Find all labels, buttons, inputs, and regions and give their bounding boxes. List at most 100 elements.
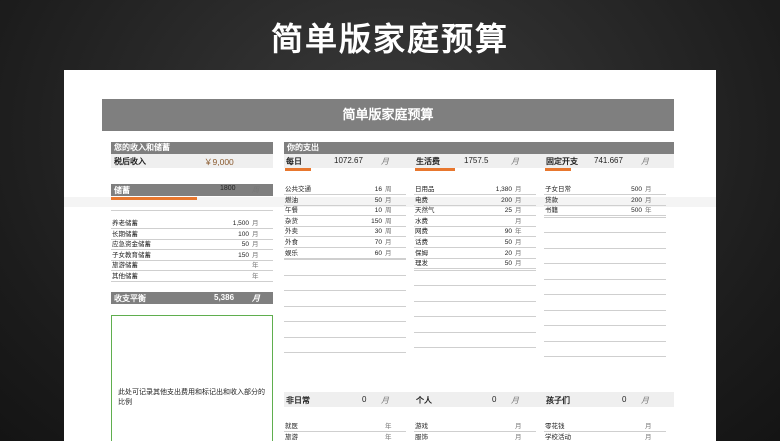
fixed-empty-line[interactable] xyxy=(544,217,666,218)
living-row-7[interactable]: 理发 50 月 xyxy=(414,259,536,270)
living-item-value[interactable]: 25 xyxy=(486,206,512,216)
daily-row-5[interactable]: 外食 70 月 xyxy=(284,238,406,248)
daily-row-2[interactable]: 午餐 10 周 xyxy=(284,206,406,217)
fixed-empty-line[interactable] xyxy=(544,341,666,342)
personal-row-0[interactable]: 游戏 月 xyxy=(414,422,536,432)
savings-row-0[interactable]: 养老储蓄 1,500 月 xyxy=(111,219,273,229)
note-text: 此处可记录其他支出费用和标记出和收入部分的比例 xyxy=(118,389,265,406)
daily-item-value[interactable]: 60 xyxy=(356,249,382,259)
personal-item-unit: 月 xyxy=(515,433,522,441)
irregular-item-name: 旅游 xyxy=(285,433,298,441)
daily-item-unit: 月 xyxy=(385,249,392,257)
daily-empty-line[interactable] xyxy=(284,275,406,276)
living-item-value[interactable]: 200 xyxy=(486,196,512,206)
daily-empty-line[interactable] xyxy=(284,306,406,307)
fixed-row-0[interactable]: 子女日常 500 月 xyxy=(544,185,666,195)
irregular-row-0[interactable]: 就医 年 xyxy=(284,422,406,432)
irregular-item-unit: 年 xyxy=(385,423,392,430)
living-empty-line[interactable] xyxy=(414,285,536,286)
personal-total: 0 xyxy=(492,395,497,404)
daily-item-value[interactable]: 150 xyxy=(356,217,382,227)
fixed-empty-line[interactable] xyxy=(544,325,666,326)
balance-label: 收支平衡 xyxy=(114,294,146,303)
kids-row-0[interactable]: 零花钱 月 xyxy=(544,422,666,432)
living-row-3[interactable]: 水费 月 xyxy=(414,217,536,227)
fixed-empty-line[interactable] xyxy=(544,294,666,295)
living-item-unit: 月 xyxy=(515,196,522,204)
daily-progress-bar xyxy=(285,168,311,171)
daily-empty-line[interactable] xyxy=(284,337,406,338)
daily-item-value[interactable]: 16 xyxy=(356,185,382,195)
daily-item-unit: 月 xyxy=(385,239,392,246)
daily-row-4[interactable]: 外卖 30 周 xyxy=(284,227,406,238)
irregular-total-unit: 月 xyxy=(381,396,389,405)
fixed-row-2[interactable]: 书籍 500 年 xyxy=(544,206,666,217)
savings-item-unit: 月 xyxy=(252,241,259,249)
savings-row-5[interactable]: 其他储蓄 年 xyxy=(111,272,273,282)
living-item-name: 水费 xyxy=(415,217,428,225)
savings-item-value[interactable]: 100 xyxy=(223,230,249,240)
savings-row-2[interactable]: 应急资金储蓄 50 月 xyxy=(111,240,273,251)
savings-value[interactable]: 1800 xyxy=(220,185,236,192)
fixed-item-value[interactable]: 500 xyxy=(616,185,642,195)
living-empty-line[interactable] xyxy=(414,270,536,271)
irregular-row-1[interactable]: 旅游 年 xyxy=(284,433,406,441)
daily-row-3[interactable]: 杂货 150 周 xyxy=(284,217,406,227)
daily-empty-line[interactable] xyxy=(284,290,406,291)
daily-item-name: 杂货 xyxy=(285,217,298,225)
living-row-5[interactable]: 话费 50 月 xyxy=(414,238,536,248)
savings-item-unit: 月 xyxy=(252,220,259,227)
daily-item-value[interactable]: 10 xyxy=(356,206,382,216)
living-item-value[interactable]: 50 xyxy=(486,238,512,248)
fixed-empty-line[interactable] xyxy=(544,248,666,249)
fixed-label: 固定开支 xyxy=(546,157,578,166)
living-empty-line[interactable] xyxy=(414,316,536,317)
daily-item-unit: 月 xyxy=(385,196,392,204)
fixed-empty-line[interactable] xyxy=(544,279,666,280)
daily-item-name: 公共交通 xyxy=(285,186,311,193)
living-row-2[interactable]: 天然气 25 月 xyxy=(414,206,536,217)
savings-row-3[interactable]: 子女教育储蓄 150 月 xyxy=(111,251,273,261)
living-row-4[interactable]: 网费 90 年 xyxy=(414,227,536,238)
living-empty-line[interactable] xyxy=(414,332,536,333)
living-progress-bar xyxy=(415,168,455,171)
savings-item-value[interactable]: 150 xyxy=(223,251,249,261)
living-item-value[interactable]: 1,380 xyxy=(486,185,512,195)
savings-row-4[interactable]: 旅游储蓄 年 xyxy=(111,261,273,272)
fixed-empty-line[interactable] xyxy=(544,356,666,357)
living-label: 生活费 xyxy=(416,157,440,166)
daily-item-value[interactable]: 30 xyxy=(356,227,382,237)
fixed-row-1[interactable]: 贷款 200 月 xyxy=(544,196,666,206)
daily-row-6[interactable]: 娱乐 60 月 xyxy=(284,249,406,259)
daily-empty-line[interactable] xyxy=(284,259,406,260)
note-box[interactable]: 此处可记录其他支出费用和标记出和收入部分的比例 xyxy=(111,315,273,441)
daily-row-0[interactable]: 公共交通 16 周 xyxy=(284,185,406,195)
after-tax-value[interactable]: ￥9,000 xyxy=(204,156,234,168)
daily-item-value[interactable]: 50 xyxy=(356,196,382,206)
fixed-item-value[interactable]: 500 xyxy=(616,206,642,216)
living-row-1[interactable]: 电费 200 月 xyxy=(414,196,536,206)
daily-empty-line[interactable] xyxy=(284,321,406,322)
living-item-value[interactable]: 20 xyxy=(486,249,512,259)
daily-row-1[interactable]: 燃油 50 月 xyxy=(284,196,406,206)
daily-empty-line[interactable] xyxy=(284,352,406,353)
kids-row-1[interactable]: 学校活动 月 xyxy=(544,433,666,441)
living-item-value[interactable]: 90 xyxy=(486,227,512,237)
living-empty-line[interactable] xyxy=(414,301,536,302)
fixed-item-value[interactable]: 200 xyxy=(616,196,642,206)
after-tax-label: 税后收入 xyxy=(114,157,146,166)
living-item-unit: 月 xyxy=(515,249,522,257)
savings-item-name: 应急资金储蓄 xyxy=(112,241,151,249)
savings-item-value[interactable]: 50 xyxy=(223,240,249,250)
fixed-empty-line[interactable] xyxy=(544,263,666,264)
personal-row-1[interactable]: 服饰 月 xyxy=(414,433,536,441)
daily-item-value[interactable]: 70 xyxy=(356,238,382,248)
living-item-value[interactable]: 50 xyxy=(486,259,512,269)
savings-row-1[interactable]: 长期储蓄 100 月 xyxy=(111,230,273,240)
savings-item-value[interactable]: 1,500 xyxy=(223,219,249,229)
fixed-empty-line[interactable] xyxy=(544,310,666,311)
living-empty-line[interactable] xyxy=(414,347,536,348)
living-row-0[interactable]: 日用品 1,380 月 xyxy=(414,185,536,195)
living-row-6[interactable]: 保姆 20 月 xyxy=(414,249,536,259)
fixed-empty-line[interactable] xyxy=(544,232,666,233)
